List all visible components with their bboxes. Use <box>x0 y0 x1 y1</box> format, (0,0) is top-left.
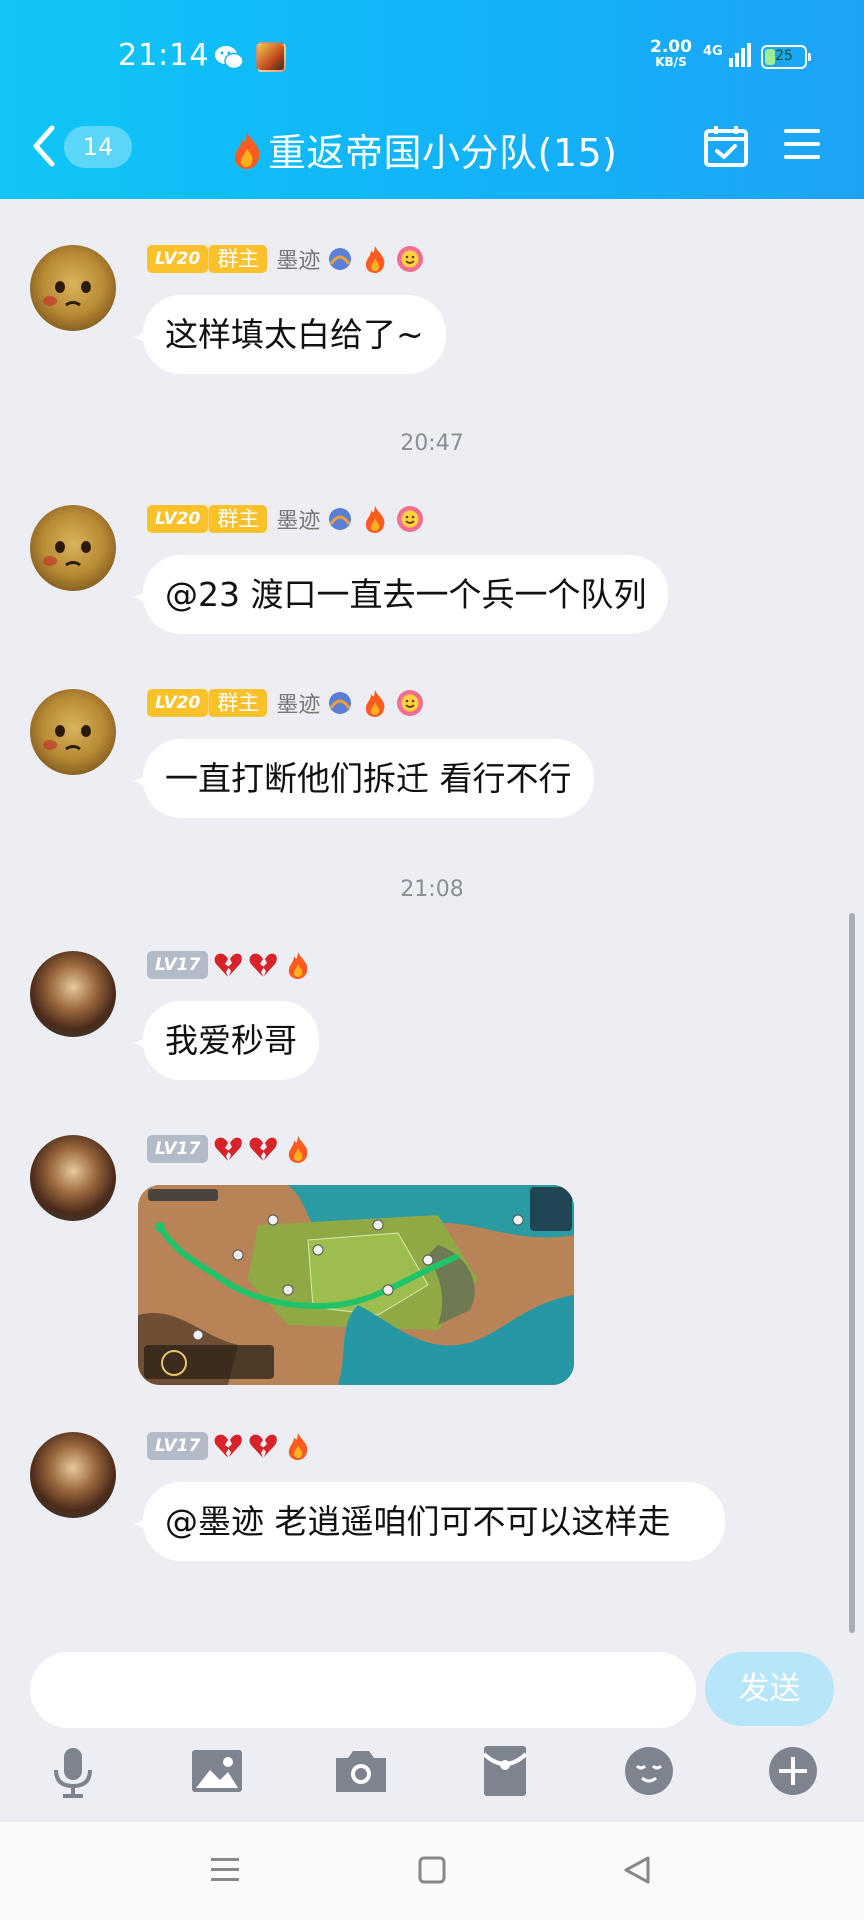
home-square-icon[interactable] <box>412 1850 452 1890</box>
broken-heart-icon <box>214 1137 243 1161</box>
sender-info: LV20 群主 墨迹 <box>147 241 425 277</box>
microphone-icon[interactable] <box>42 1740 104 1802</box>
broken-heart-icon <box>249 953 278 977</box>
sender-nickname[interactable]: 墨迹 <box>276 503 320 535</box>
game-map-image[interactable] <box>138 1185 574 1385</box>
avatar[interactable] <box>30 1432 116 1518</box>
level-badge: LV20 <box>147 689 209 717</box>
level-badge: LV20 <box>147 505 209 533</box>
sender-info: LV20 群主 墨迹 <box>147 501 425 537</box>
message-bubble[interactable]: 一直打断他们拆迁 看行不行 <box>143 739 594 818</box>
chat-header: 21:14 2.00 KB/S 4G 25 14 重返帝国小分队(15) <box>0 0 864 199</box>
input-toolbar <box>0 1740 864 1822</box>
dragon-medal-icon <box>329 508 352 530</box>
message-input[interactable] <box>30 1652 696 1728</box>
sender-info: LV17 <box>147 1428 313 1464</box>
fire-medal-icon <box>289 952 308 979</box>
image-icon[interactable] <box>186 1740 248 1802</box>
sender-nickname[interactable]: 墨迹 <box>276 243 320 275</box>
flower-smile-medal-icon <box>397 246 424 272</box>
avatar[interactable] <box>30 951 116 1037</box>
fire-medal-icon <box>366 246 385 273</box>
sender-info: LV17 <box>147 1131 313 1167</box>
avatar[interactable] <box>30 689 116 775</box>
time-separator: 21:08 <box>400 877 464 902</box>
status-time: 21:14 <box>118 38 210 73</box>
net-speed-unit: KB/S <box>655 55 687 69</box>
dragon-medal-icon <box>329 248 352 270</box>
emoji-icon[interactable] <box>618 1740 680 1802</box>
fire-medal-icon <box>289 1136 308 1163</box>
chat-title-row[interactable]: 重返帝国小分队(15) <box>230 122 618 177</box>
broken-heart-icon <box>214 953 243 977</box>
plus-icon[interactable] <box>762 1740 824 1802</box>
time-separator: 20:47 <box>400 431 464 456</box>
back-arrow-icon[interactable] <box>30 124 60 168</box>
menu-icon[interactable] <box>782 126 822 162</box>
fire-icon <box>234 131 260 169</box>
unread-count-badge[interactable]: 14 <box>64 126 132 168</box>
dragon-medal-icon <box>329 692 352 714</box>
level-badge: LV17 <box>147 1135 209 1163</box>
system-nav-bar <box>0 1822 864 1920</box>
group-owner-badge: 群主 <box>208 689 268 717</box>
avatar[interactable] <box>30 245 116 331</box>
battery-icon: 25 <box>761 45 811 69</box>
sender-nickname[interactable]: 墨迹 <box>276 687 320 719</box>
group-owner-badge: 群主 <box>208 245 268 273</box>
fire-medal-icon <box>366 506 385 533</box>
sender-info: LV17 <box>147 947 313 983</box>
calendar-check-icon[interactable] <box>703 124 749 168</box>
red-packet-icon[interactable] <box>474 1740 536 1802</box>
camera-icon[interactable] <box>330 1740 392 1802</box>
broken-heart-icon <box>214 1434 243 1458</box>
fire-medal-icon <box>366 690 385 717</box>
back-triangle-icon[interactable] <box>618 1850 658 1890</box>
message-bubble[interactable]: 我爱秒哥 <box>143 1001 319 1080</box>
level-badge: LV17 <box>147 951 209 979</box>
avatar[interactable] <box>30 505 116 591</box>
signal-bars-icon <box>729 43 751 67</box>
game-app-icon <box>256 42 286 72</box>
network-type: 4G <box>703 44 723 59</box>
sender-info: LV20 群主 墨迹 <box>147 685 425 721</box>
battery-percent: 25 <box>775 48 793 64</box>
message-bubble[interactable]: @23 渡口一直去一个兵一个队列 <box>143 555 669 634</box>
recents-menu-icon[interactable] <box>205 1850 245 1890</box>
avatar[interactable] <box>30 1135 116 1221</box>
message-bubble[interactable]: 这样填太白给了~ <box>143 295 446 374</box>
scrollbar[interactable] <box>849 913 855 1633</box>
broken-heart-icon <box>249 1434 278 1458</box>
level-badge: LV20 <box>147 245 209 273</box>
chat-title: 重返帝国小分队(15) <box>268 131 618 175</box>
message-bubble[interactable]: @墨迹 老逍遥咱们可不可以这样走 <box>143 1482 725 1561</box>
fire-medal-icon <box>289 1433 308 1460</box>
wechat-icon <box>215 46 244 70</box>
level-badge: LV17 <box>147 1432 209 1460</box>
flower-smile-medal-icon <box>397 506 424 532</box>
network-speed: 2.00 KB/S <box>650 37 692 70</box>
net-speed-value: 2.00 <box>650 37 692 57</box>
group-owner-badge: 群主 <box>208 505 268 533</box>
broken-heart-icon <box>249 1137 278 1161</box>
message-list[interactable]: LV20 群主 墨迹 这样填太白给了~ 20:47 LV20 群主 墨迹 @23… <box>0 199 864 1639</box>
flower-smile-medal-icon <box>397 690 424 716</box>
send-button[interactable]: 发送 <box>705 1652 834 1726</box>
